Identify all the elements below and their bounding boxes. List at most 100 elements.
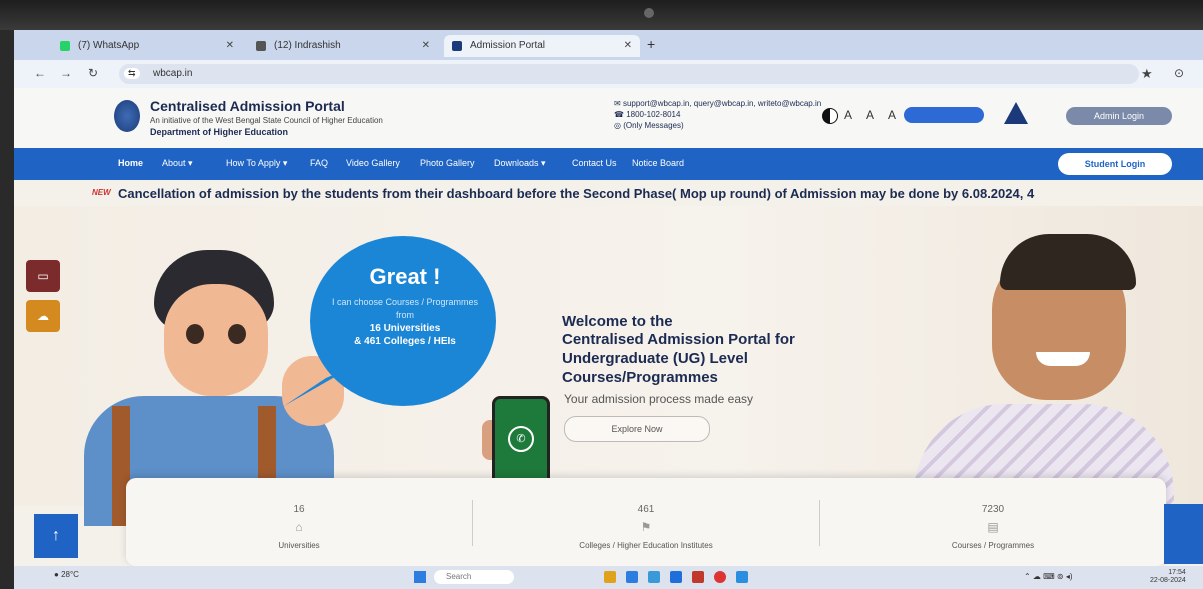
weather-widget[interactable]: ● 28°C bbox=[54, 570, 79, 579]
nav-downloads[interactable]: Downloads ▾ bbox=[494, 158, 546, 169]
nav-about[interactable]: About ▾ bbox=[162, 158, 193, 169]
book-icon: ▤ bbox=[987, 520, 999, 534]
stat-label: Colleges / Higher Education Institutes bbox=[579, 541, 713, 550]
windows-taskbar: ● 28°C Search ⌃ ☁ ⌨ ⊚ ◂) 17:54 22-08-202… bbox=[14, 566, 1203, 589]
site-title: Centralised Admission Portal bbox=[150, 98, 345, 114]
language-toggle[interactable] bbox=[904, 107, 984, 123]
bookmark-star-icon[interactable]: ★ bbox=[1141, 66, 1153, 82]
screen: (7) WhatsApp ✕ (12) Indrashish ✕ Admissi… bbox=[14, 30, 1203, 589]
whatsapp-small-icon: ◎ bbox=[614, 121, 624, 130]
clock[interactable]: 17:54 22-08-2024 bbox=[1150, 569, 1186, 585]
stat-value: 16 bbox=[293, 504, 305, 515]
chrome-icon[interactable] bbox=[714, 571, 726, 583]
flag-icon: ⚑ bbox=[640, 520, 652, 534]
portal-logo[interactable] bbox=[114, 100, 140, 132]
bubble-title: Great ! bbox=[369, 264, 441, 289]
stat-value: 7230 bbox=[981, 504, 1005, 515]
nav-how-to-apply[interactable]: How To Apply ▾ bbox=[226, 158, 287, 169]
site-header: Centralised Admission Portal An initiati… bbox=[14, 88, 1203, 148]
reload-icon[interactable]: ↻ bbox=[88, 66, 98, 80]
email-text[interactable]: ✉ support@wbcap.in, query@wbcap.in, writ… bbox=[614, 98, 821, 109]
govt-logo bbox=[1004, 102, 1028, 124]
news-ticker: NEW Cancellation of admission by the stu… bbox=[14, 180, 1203, 206]
stat-courses: 7230 ▤ Courses / Programmes bbox=[820, 478, 1166, 566]
main-navigation: Home About ▾ How To Apply ▾ FAQ Video Ga… bbox=[14, 148, 1203, 180]
forward-icon[interactable]: → bbox=[60, 66, 72, 80]
nav-home[interactable]: Home bbox=[118, 158, 143, 168]
nav-photo-gallery[interactable]: Photo Gallery bbox=[420, 158, 475, 168]
font-size-controls[interactable]: A A A bbox=[844, 108, 902, 122]
phone-text: ☎ 1800-102-8014 bbox=[614, 110, 681, 119]
side-panel-edge[interactable] bbox=[1164, 504, 1203, 564]
cloud-icon: ☁ bbox=[37, 309, 49, 323]
department-name: Department of Higher Education bbox=[150, 127, 289, 137]
store-icon[interactable] bbox=[648, 571, 660, 583]
tab-indrashish[interactable]: (12) Indrashish ✕ bbox=[248, 35, 438, 57]
mail-icon: ✉ bbox=[614, 99, 623, 108]
app-icon[interactable] bbox=[736, 571, 748, 583]
whatsapp-text: ◎ (Only Messages) bbox=[614, 121, 684, 130]
portrait-smile bbox=[1036, 352, 1090, 366]
whatsapp-icon bbox=[60, 41, 70, 51]
tab-whatsapp[interactable]: (7) WhatsApp ✕ bbox=[52, 35, 242, 57]
weather-icon: ● bbox=[54, 570, 62, 579]
tagline: Your admission process made easy bbox=[564, 392, 753, 406]
stat-universities: 16 ⌂ Universities bbox=[126, 478, 472, 566]
laptop-bezel bbox=[0, 0, 1203, 30]
nav-notice-board[interactable]: Notice Board bbox=[632, 158, 684, 168]
profile-icon[interactable]: ⊙ bbox=[1174, 66, 1184, 80]
browser-tab-bar: (7) WhatsApp ✕ (12) Indrashish ✕ Admissi… bbox=[14, 30, 1203, 60]
university-icon: ⌂ bbox=[295, 520, 303, 534]
address-bar: ← → ↻ ⇆ wbcap.in ★ ⊙ bbox=[14, 60, 1203, 88]
hero-banner: ▭ ☁ Great ! I can choose Courses / Progr… bbox=[14, 206, 1203, 526]
stat-value: 461 bbox=[637, 504, 655, 515]
nav-faq[interactable]: FAQ bbox=[310, 158, 328, 168]
whatsapp-phone-icon: ✆ bbox=[508, 426, 534, 452]
close-icon[interactable]: ✕ bbox=[624, 35, 632, 57]
tab-favicon-icon bbox=[256, 41, 266, 51]
back-icon[interactable]: ← bbox=[34, 66, 46, 80]
site-subtitle: An initiative of the West Bengal State C… bbox=[150, 116, 383, 125]
contact-info: ✉ support@wbcap.in, query@wbcap.in, writ… bbox=[614, 98, 821, 131]
outlook-icon[interactable] bbox=[670, 571, 682, 583]
bubble-text: I can choose Courses / Programmes from 1… bbox=[331, 297, 479, 347]
phone-icon: ☎ bbox=[614, 110, 627, 119]
boy-eye bbox=[228, 324, 246, 344]
welcome-subheading: Centralised Admission Portal for Undergr… bbox=[562, 331, 795, 386]
new-badge: NEW bbox=[92, 188, 111, 197]
boy-eye bbox=[186, 324, 204, 344]
system-tray[interactable]: ⌃ ☁ ⌨ ⊚ ◂) bbox=[1024, 572, 1073, 581]
chat-icon: ▭ bbox=[37, 269, 49, 283]
admin-login-button[interactable]: Admin Login bbox=[1066, 107, 1172, 125]
stat-label: Universities bbox=[278, 541, 320, 550]
tab-admission-portal[interactable]: Admission Portal ✕ bbox=[444, 35, 640, 57]
edge-icon[interactable] bbox=[626, 571, 638, 583]
taskbar-search-input[interactable]: Search bbox=[434, 570, 514, 584]
windows-start-icon[interactable] bbox=[414, 571, 426, 583]
webcam bbox=[644, 8, 654, 18]
scroll-to-top-button[interactable]: ↑ bbox=[34, 514, 78, 558]
close-icon[interactable]: ✕ bbox=[422, 35, 430, 57]
url-input[interactable]: wbcap.in bbox=[119, 64, 1139, 84]
stats-panel: 16 ⌂ Universities 461 ⚑ Colleges / Highe… bbox=[126, 478, 1166, 566]
nav-video-gallery[interactable]: Video Gallery bbox=[346, 158, 400, 168]
side-weather-button[interactable]: ☁ bbox=[26, 300, 60, 332]
stat-colleges: 461 ⚑ Colleges / Higher Education Instit… bbox=[473, 478, 819, 566]
close-icon[interactable]: ✕ bbox=[226, 35, 234, 57]
student-login-button[interactable]: Student Login bbox=[1058, 153, 1172, 175]
arrow-up-icon: ↑ bbox=[52, 527, 60, 544]
ticker-text[interactable]: Cancellation of admission by the student… bbox=[118, 186, 1034, 201]
portal-favicon-icon bbox=[452, 41, 462, 51]
app-icon[interactable] bbox=[692, 571, 704, 583]
boy-illustration-face bbox=[164, 284, 268, 396]
welcome-heading: Welcome to the bbox=[562, 313, 673, 330]
file-explorer-icon[interactable] bbox=[604, 571, 616, 583]
portrait-hair bbox=[1000, 234, 1136, 290]
explore-now-button[interactable]: Explore Now bbox=[564, 416, 710, 442]
new-tab-icon[interactable]: + bbox=[647, 36, 655, 52]
site-info-icon[interactable]: ⇆ bbox=[124, 68, 140, 79]
contrast-toggle-icon[interactable] bbox=[822, 108, 838, 124]
side-chat-button[interactable]: ▭ bbox=[26, 260, 60, 292]
stat-label: Courses / Programmes bbox=[951, 541, 1035, 550]
nav-contact-us[interactable]: Contact Us bbox=[572, 158, 617, 168]
